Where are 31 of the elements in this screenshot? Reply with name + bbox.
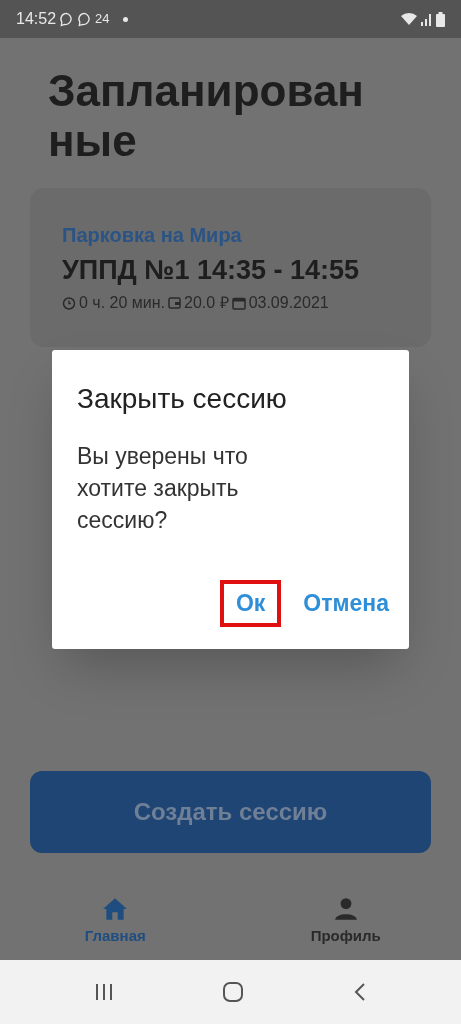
home-button-icon[interactable] <box>222 981 245 1003</box>
nav-tab[interactable]: Главная <box>0 885 231 960</box>
status-time: 14:52 <box>16 9 57 29</box>
session-card[interactable]: Парковка на Мира УППД №1 14:35 - 14:55 0 ч. 20 мин. 20.0 ₽ 03.09.2021 <box>30 188 431 347</box>
calendar-icon <box>231 295 246 310</box>
page-title: Запланированные <box>48 66 365 166</box>
session-heading: УППД №1 14:35 - 14:55 <box>62 254 361 287</box>
wallet-icon <box>168 296 182 309</box>
recent-apps-icon[interactable] <box>94 982 115 1002</box>
home-icon <box>102 897 129 922</box>
chat-bubble-icon <box>77 11 93 27</box>
back-icon[interactable] <box>352 982 367 1002</box>
person-icon <box>332 897 359 922</box>
dialog-title: Закрыть сессию <box>77 382 288 416</box>
dialog-message: Вы уверены что хотите закрыть сессию? <box>77 442 249 535</box>
create-session-button[interactable]: Создать сессию <box>30 771 431 853</box>
nav-label: Главная <box>84 926 146 947</box>
alarm-clock-icon <box>62 295 76 310</box>
date-text: 03.09.2021 <box>248 292 329 313</box>
duration-text: 0 ч. 20 мин. <box>79 292 166 313</box>
price-text: 20.0 ₽ <box>184 292 229 313</box>
dialog-button[interactable]: Ок <box>219 580 282 627</box>
wifi-icon <box>400 12 418 26</box>
chat-bubble-icon <box>59 11 75 27</box>
signal-icon <box>421 12 433 26</box>
parking-name: Парковка на Мира <box>62 223 243 248</box>
notification-text: 24 <box>95 10 110 29</box>
nav-tab[interactable]: Профиль <box>230 885 461 960</box>
nav-label: Профиль <box>310 926 381 947</box>
dialog-button[interactable]: Отмена <box>303 580 389 627</box>
battery-icon <box>436 11 445 27</box>
